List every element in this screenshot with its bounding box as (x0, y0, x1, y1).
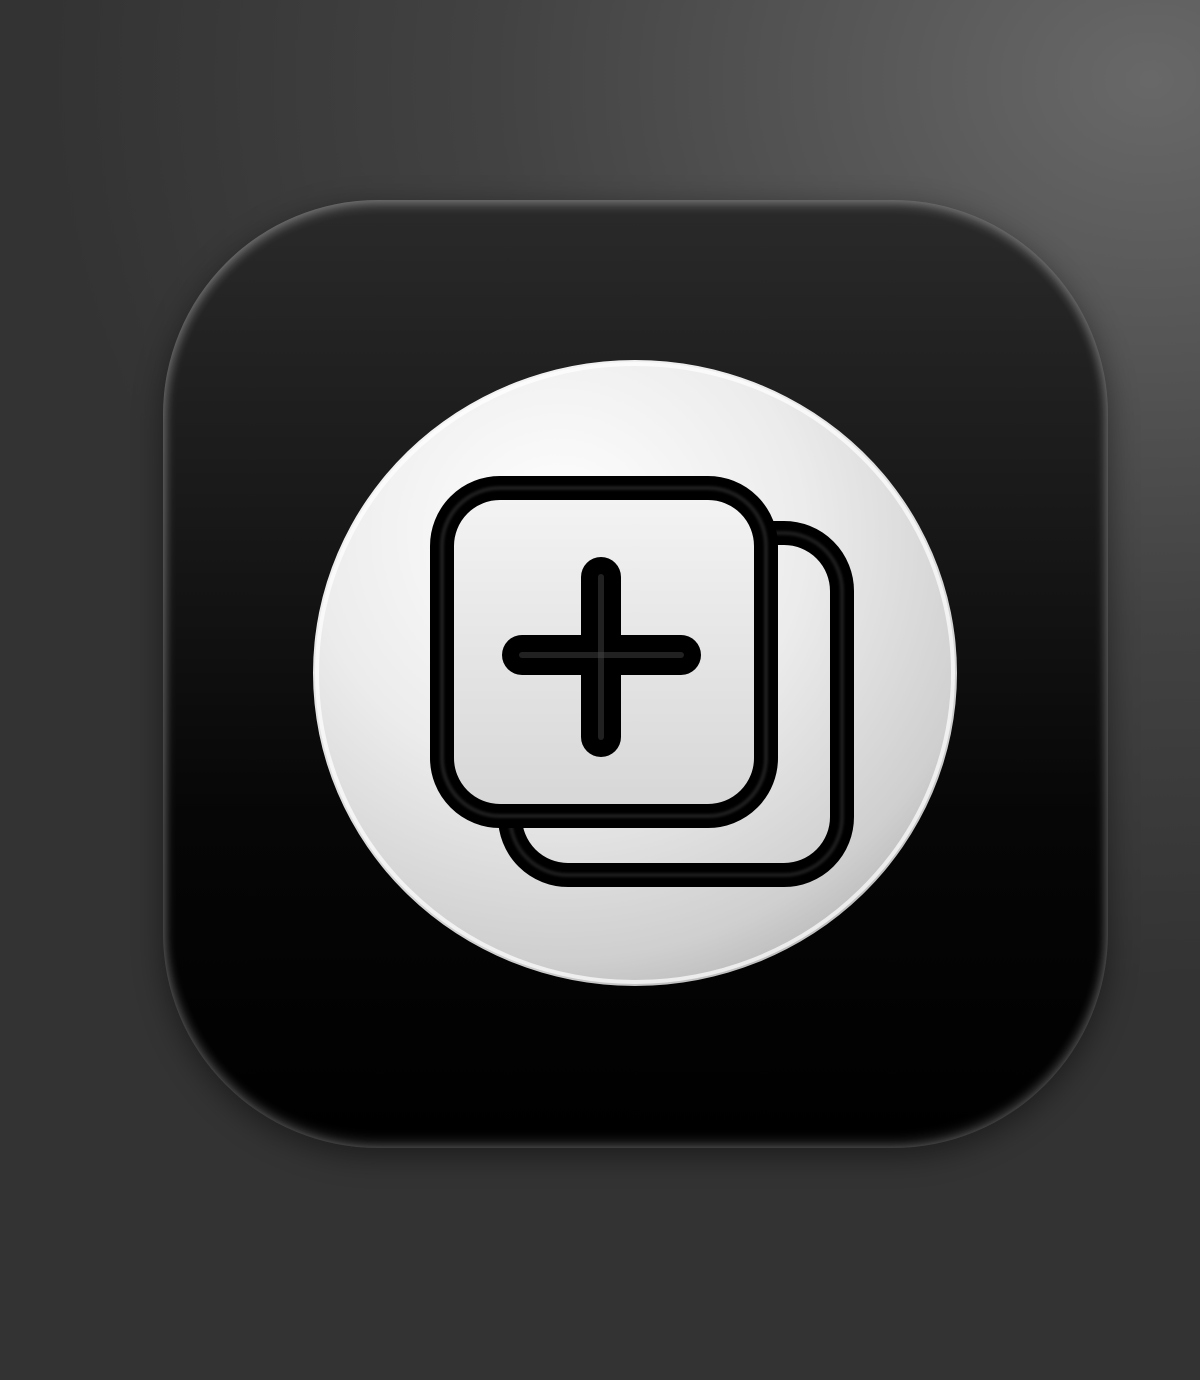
duplicate-plus-icon (313, 360, 957, 986)
app-icon[interactable] (163, 200, 1108, 1148)
canvas (0, 0, 1200, 1380)
